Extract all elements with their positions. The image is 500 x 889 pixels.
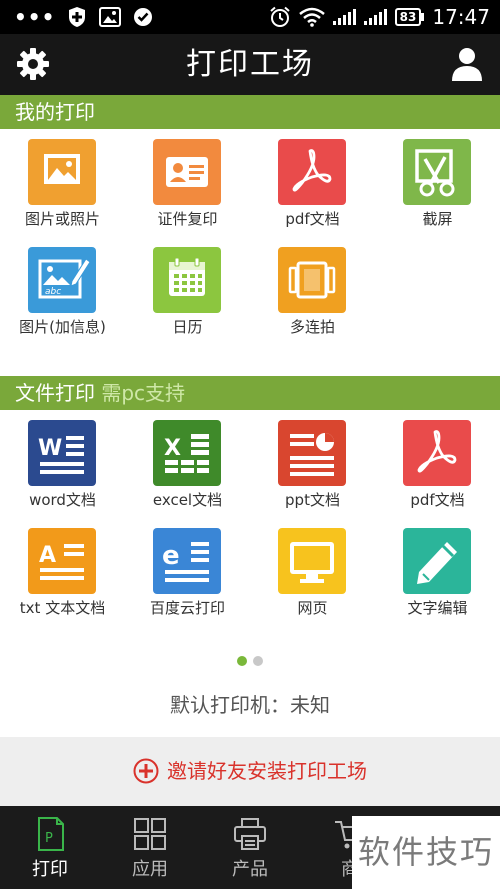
signal-icon bbox=[363, 9, 387, 25]
grid-item-ppt[interactable]: ppt文档 bbox=[250, 412, 375, 520]
grid-item-label: txt 文本文档 bbox=[19, 599, 106, 617]
grid-item-screenshot[interactable]: 截屏 bbox=[375, 131, 500, 239]
section-title: 文件打印 bbox=[15, 381, 95, 405]
printer-icon bbox=[234, 818, 266, 850]
grid-item-calendar[interactable]: 日历 bbox=[125, 239, 250, 347]
grid-item-webpage[interactable]: 网页 bbox=[250, 520, 375, 628]
page-indicator bbox=[0, 656, 500, 666]
tab-apps[interactable]: 应用 bbox=[100, 806, 200, 889]
grid-item-baidu-cloud[interactable]: e 百度云打印 bbox=[125, 520, 250, 628]
page-title: 打印工场 bbox=[186, 47, 314, 82]
svg-text:P: P bbox=[45, 831, 53, 846]
grid-item-id-copy[interactable]: 证件复印 bbox=[125, 131, 250, 239]
ppt-icon bbox=[278, 420, 346, 486]
grid-item-label: 文字编辑 bbox=[407, 599, 468, 617]
shield-plus-icon bbox=[69, 7, 86, 27]
grid-item-photo[interactable]: 图片或照片 bbox=[0, 131, 125, 239]
photo-icon bbox=[28, 139, 96, 205]
grid-item-excel[interactable]: X excel文档 bbox=[125, 412, 250, 520]
page-dot-active bbox=[237, 656, 247, 666]
default-printer-text: 默认打印机：未知 bbox=[170, 693, 330, 717]
invite-label: 邀请好友安装打印工场 bbox=[167, 759, 367, 783]
apps-grid-icon bbox=[134, 818, 166, 850]
check-circle-icon bbox=[134, 8, 153, 26]
excel-icon: X bbox=[153, 420, 221, 486]
file-print-grid: W word文档 X excel文档 ppt文档 pdf文档 A txt 文本文… bbox=[0, 412, 500, 628]
tab-print[interactable]: P 打印 bbox=[0, 806, 100, 889]
grid-item-pdf[interactable]: pdf文档 bbox=[250, 131, 375, 239]
user-icon[interactable] bbox=[450, 46, 484, 82]
grid-item-label: pdf文档 bbox=[285, 210, 340, 228]
section-title: 我的打印 bbox=[15, 100, 95, 124]
grid-item-label: 图片或照片 bbox=[24, 210, 100, 228]
grid-item-label: ppt文档 bbox=[285, 491, 340, 509]
grid-item-label: 日历 bbox=[172, 318, 203, 336]
image-icon bbox=[99, 7, 122, 27]
status-bar: ••• 83 17:47 bbox=[0, 0, 500, 34]
svg-text:X: X bbox=[164, 436, 181, 461]
svg-text:abc: abc bbox=[45, 287, 61, 297]
battery-level: 83 bbox=[394, 8, 422, 26]
section-header-my-print: 我的打印 bbox=[0, 95, 500, 129]
alarm-icon bbox=[269, 6, 290, 27]
word-icon: W bbox=[28, 420, 96, 486]
grid-item-label: pdf文档 bbox=[410, 491, 465, 509]
grid-item-label: excel文档 bbox=[152, 491, 223, 509]
print-doc-icon: P bbox=[38, 817, 64, 851]
battery-icon: 83 bbox=[394, 8, 425, 26]
txt-icon: A bbox=[28, 528, 96, 594]
grid-item-label: 证件复印 bbox=[157, 210, 218, 228]
grid-item-photo-info[interactable]: abc 图片(加信息) bbox=[0, 239, 125, 347]
grid-item-label: 图片(加信息) bbox=[19, 318, 106, 336]
watermark: 软件技巧 bbox=[352, 816, 500, 889]
grid-item-txt[interactable]: A txt 文本文档 bbox=[0, 520, 125, 628]
id-card-icon bbox=[153, 139, 221, 205]
plus-circle-icon bbox=[133, 758, 159, 784]
wifi-icon bbox=[298, 7, 325, 27]
photo-info-icon: abc bbox=[28, 247, 96, 313]
grid-item-label: 百度云打印 bbox=[149, 599, 225, 617]
grid-item-multi-shot[interactable]: 多连拍 bbox=[250, 239, 375, 347]
page-dot bbox=[253, 656, 263, 666]
text-edit-icon bbox=[403, 528, 471, 594]
tab-label: 应用 bbox=[132, 859, 168, 880]
grid-item-label: word文档 bbox=[29, 491, 96, 509]
title-bar: 打印工场 bbox=[0, 34, 500, 95]
invite-bar[interactable]: 邀请好友安装打印工场 bbox=[0, 737, 500, 806]
tab-products[interactable]: 产品 bbox=[200, 806, 300, 889]
grid-item-label: 网页 bbox=[297, 599, 328, 617]
baidu-cloud-icon: e bbox=[153, 528, 221, 594]
notification-dots: ••• bbox=[14, 5, 56, 29]
svg-text:e: e bbox=[162, 541, 180, 571]
grid-item-label: 截屏 bbox=[422, 210, 453, 228]
svg-text:A: A bbox=[39, 543, 56, 568]
clock: 17:47 bbox=[432, 5, 490, 29]
app-root: ••• 83 17:47 打印工场 我的打印 图片或照片 证件复印 pdf文档 … bbox=[0, 0, 500, 889]
grid-item-text-edit[interactable]: 文字编辑 bbox=[375, 520, 500, 628]
pdf-icon bbox=[403, 420, 471, 486]
tab-label: 产品 bbox=[232, 859, 268, 880]
webpage-icon bbox=[278, 528, 346, 594]
tab-label: 打印 bbox=[32, 859, 68, 880]
grid-item-pdf-file[interactable]: pdf文档 bbox=[375, 412, 500, 520]
my-print-grid: 图片或照片 证件复印 pdf文档 截屏 abc 图片(加信息) 日历 多连拍 bbox=[0, 131, 500, 347]
grid-item-word[interactable]: W word文档 bbox=[0, 412, 125, 520]
section-header-file-print: 文件打印 需pc支持 bbox=[0, 376, 500, 410]
multi-shot-icon bbox=[278, 247, 346, 313]
screenshot-icon bbox=[403, 139, 471, 205]
pdf-icon bbox=[278, 139, 346, 205]
signal-icon bbox=[332, 9, 356, 25]
grid-item-label: 多连拍 bbox=[289, 318, 335, 336]
calendar-icon bbox=[153, 247, 221, 313]
svg-text:W: W bbox=[38, 436, 62, 461]
section-hint: 需pc支持 bbox=[101, 381, 186, 405]
